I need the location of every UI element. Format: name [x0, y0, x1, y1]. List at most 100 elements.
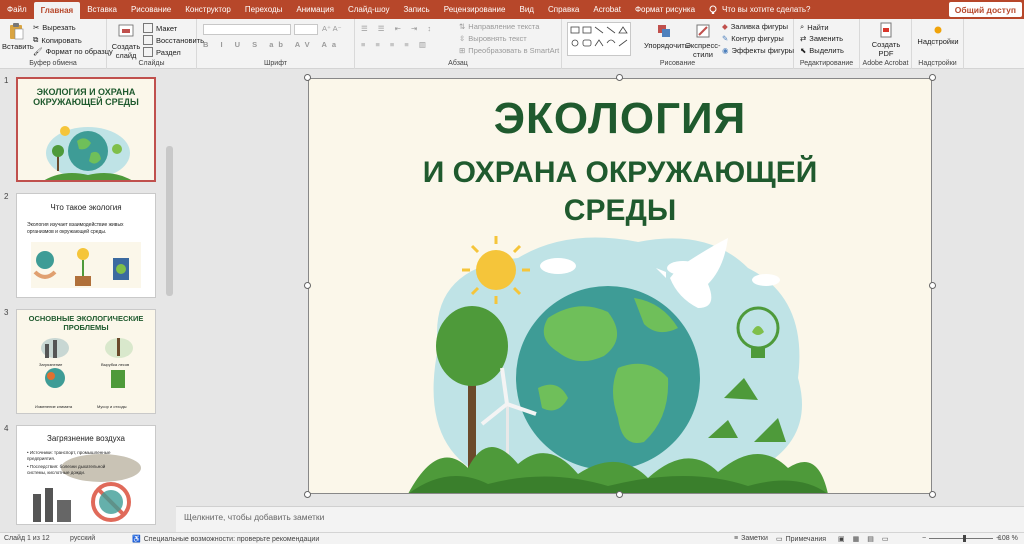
tab-animations[interactable]: Анимация — [289, 0, 341, 19]
smartart-label: Преобразовать в SmartArt — [468, 46, 560, 55]
thumb4-bullet-1-text: Источники: транспорт, промышленные предп… — [27, 450, 111, 461]
tab-review[interactable]: Рецензирование — [437, 0, 513, 19]
replace-label: Заменить — [809, 34, 843, 43]
font-size-box[interactable] — [294, 24, 318, 35]
slide-sorter-icon[interactable]: ▦ — [853, 535, 860, 543]
align-buttons[interactable]: ≡ ≡ ≡ ≡ ▥ — [361, 40, 430, 49]
text-direction-label: Направление текста — [468, 22, 540, 31]
addins-icon — [934, 26, 942, 34]
tab-transitions[interactable]: Переходы — [238, 0, 290, 19]
shape-fill-button[interactable]: ◆ Заливка фигуры — [722, 22, 788, 31]
section-button[interactable]: Раздел — [143, 47, 181, 57]
zoom-level[interactable]: 108 % — [998, 535, 1018, 542]
language-indicator[interactable]: русский — [70, 535, 95, 542]
zoom-thumb[interactable] — [963, 535, 967, 542]
thumbnails-scrollbar[interactable] — [166, 146, 173, 296]
tab-file[interactable]: Файл — [0, 0, 34, 19]
create-pdf-button[interactable]: Создать PDF — [866, 22, 906, 58]
resize-handle-ne[interactable] — [929, 74, 936, 81]
tell-me-box[interactable]: Что вы хотите сделать? — [708, 0, 810, 19]
group-font: A⁺ A⁻ B I U S ab AV Aa Шрифт — [197, 19, 355, 69]
replace-button[interactable]: ⇄ Заменить — [800, 34, 843, 43]
quick-styles-button[interactable]: Экспресс-стили — [684, 23, 722, 59]
paste-button[interactable]: Вставить — [2, 22, 34, 51]
cut-button[interactable]: ✂ Вырезать — [33, 23, 76, 32]
new-slide-button[interactable]: Создать слайд — [111, 22, 141, 60]
zoom-out-icon[interactable]: − — [922, 535, 926, 542]
align-text-button[interactable]: ⇳ Выровнять текст — [459, 34, 527, 43]
resize-handle-e[interactable] — [929, 282, 936, 289]
thumb-number-4: 4 — [4, 424, 9, 433]
notes-pane[interactable]: Щелкните, чтобы добавить заметки — [176, 506, 1024, 532]
replace-icon: ⇄ — [800, 34, 807, 43]
arrange-button[interactable]: Упорядочить — [644, 23, 689, 50]
reading-view-icon[interactable]: ▤ — [867, 535, 874, 543]
thumb3-item-2: Вырубка лесов — [101, 362, 130, 367]
copy-button[interactable]: ⧉ Копировать — [33, 35, 82, 45]
text-direction-button[interactable]: ⇅ Направление текста — [459, 22, 539, 31]
arrange-label: Упорядочить — [644, 41, 689, 50]
list-buttons[interactable]: ☰ ☰ ⇤ ⇥ ↕ — [361, 24, 435, 33]
powerpoint-window: Файл Главная Вставка Рисование Конструкт… — [0, 0, 1024, 544]
current-slide[interactable]: ЭКОЛОГИЯ И ОХРАНА ОКРУЖАЮЩЕЙ СРЕДЫ — [304, 74, 936, 498]
reset-button[interactable]: Восстановить — [143, 35, 204, 45]
shape-effects-button[interactable]: ◉ Эффекты фигуры — [722, 46, 794, 55]
shapes-gallery[interactable] — [567, 22, 631, 56]
smartart-button[interactable]: ⊞ Преобразовать в SmartArt — [459, 46, 559, 55]
thumbnail-slide-4[interactable]: Загрязнение воздуха • Источники: транспо… — [16, 425, 156, 525]
tab-acrobat[interactable]: Acrobat — [586, 0, 628, 19]
normal-view-icon[interactable]: ▣ — [838, 535, 845, 543]
resize-handle-nw[interactable] — [304, 74, 311, 81]
shape-outline-label: Контур фигуры — [731, 34, 784, 43]
font-format-buttons[interactable]: B I U S ab AV Aa — [203, 40, 341, 49]
brush-icon: 🖌 — [33, 47, 43, 56]
tab-slideshow[interactable]: Слайд-шоу — [341, 0, 396, 19]
layout-label: Макет — [156, 23, 178, 33]
thumb1-earth-illustration — [44, 126, 132, 180]
copy-label: Копировать — [41, 35, 82, 45]
resize-handle-n[interactable] — [616, 74, 623, 81]
font-name-box[interactable] — [203, 24, 291, 35]
zoom-track[interactable] — [929, 535, 994, 542]
slide-title-line-1: ЭКОЛОГИЯ — [493, 94, 747, 143]
find-button[interactable]: ⌕ Найти — [800, 22, 829, 32]
thumbnail-slide-1[interactable]: ЭКОЛОГИЯ И ОХРАНА ОКРУЖАЮЩЕЙ СРЕДЫ — [16, 77, 156, 182]
resize-handle-s[interactable] — [616, 491, 623, 498]
tab-picture-format[interactable]: Формат рисунка — [628, 0, 702, 19]
grow-font-button[interactable]: A⁺ A⁻ — [322, 24, 342, 33]
notes-icon: ≡ — [734, 535, 739, 542]
tab-draw[interactable]: Рисование — [124, 0, 178, 19]
format-painter-button[interactable]: 🖌 Формат по образцу — [33, 47, 113, 56]
tab-record[interactable]: Запись — [396, 0, 436, 19]
shape-outline-button[interactable]: ✎ Контур фигуры — [722, 34, 784, 43]
resize-handle-sw[interactable] — [304, 491, 311, 498]
thumb-number-1: 1 — [4, 76, 9, 85]
acrobat-group-label: Adobe Acrobat — [862, 60, 909, 67]
tab-view[interactable]: Вид — [512, 0, 540, 19]
slideshow-icon[interactable]: ▭ — [882, 535, 889, 543]
scissors-icon: ✂ — [33, 23, 40, 32]
layout-button[interactable]: Макет — [143, 23, 177, 33]
group-paragraph: ☰ ☰ ⇤ ⇥ ↕ ≡ ≡ ≡ ≡ ▥ ⇅ Направление текста … — [355, 19, 562, 69]
comments-label: Примечания — [785, 535, 827, 543]
comments-button[interactable]: ▭ Примечания — [776, 535, 827, 544]
tab-home[interactable]: Главная — [33, 2, 81, 19]
resize-handle-se[interactable] — [929, 491, 936, 498]
cut-label: Вырезать — [42, 23, 76, 32]
tab-insert[interactable]: Вставка — [80, 0, 124, 19]
view-buttons[interactable]: ▣ ▦ ▤ ▭ — [838, 535, 889, 543]
tab-design[interactable]: Конструктор — [178, 0, 238, 19]
tab-help[interactable]: Справка — [541, 0, 586, 19]
accessibility-icon: ♿ — [132, 536, 141, 543]
thumbnail-slide-3[interactable]: ОСНОВНЫЕ ЭКОЛОГИЧЕСКИЕ ПРОБЛЕМЫ Загрязне… — [16, 309, 156, 414]
select-button[interactable]: ⬉ Выделить — [800, 46, 844, 55]
thumb4-bullet-2: • Последствия: болезни дыхательной систе… — [27, 464, 106, 475]
addins-button[interactable]: Надстройки — [916, 25, 960, 46]
resize-handle-w[interactable] — [304, 282, 311, 289]
share-button[interactable]: Общий доступ — [948, 2, 1022, 17]
notes-toggle-button[interactable]: ≡ Заметки — [734, 535, 768, 542]
tell-me-text: Что вы хотите сделать? — [722, 5, 811, 14]
zoom-slider[interactable]: − + — [922, 535, 1000, 542]
accessibility-checker[interactable]: ♿ Специальные возможности: проверьте реко… — [132, 535, 319, 544]
thumbnail-slide-2[interactable]: Что такое экология Экология изучает взаи… — [16, 193, 156, 298]
